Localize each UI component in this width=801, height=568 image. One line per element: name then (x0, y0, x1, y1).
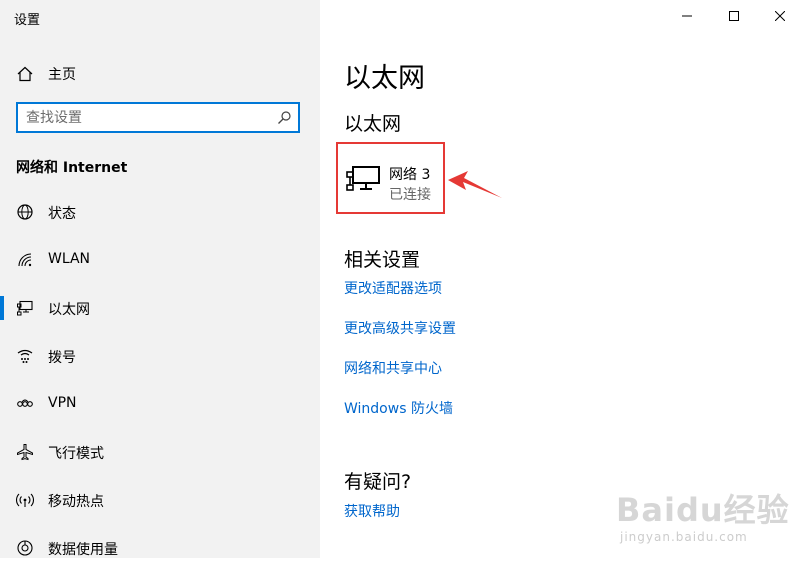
maximize-icon (729, 11, 739, 21)
maximize-button[interactable] (711, 0, 757, 32)
sidebar-item-data-usage[interactable]: 数据使用量 (0, 528, 320, 568)
page-title: 以太网 (344, 63, 425, 94)
get-help-link[interactable]: 获取帮助 (344, 501, 400, 521)
home-label: 主页 (48, 67, 76, 83)
annotation-arrow-icon (448, 171, 502, 198)
sidebar-item-label: WLAN (48, 251, 91, 267)
windows-firewall-link[interactable]: Windows 防火墙 (344, 398, 453, 418)
main-content: 以太网 以太网 网络 3 已连接 相关设置 更改适配器选项 更改高级共享设置 网… (320, 0, 801, 558)
minimize-button[interactable] (664, 0, 710, 32)
network-connection-tile[interactable]: 网络 3 已连接 (336, 142, 445, 214)
sidebar-item-label: 拨号 (48, 350, 76, 366)
close-button[interactable] (757, 0, 801, 32)
app-title: 设置 (14, 13, 41, 28)
ethernet-network-icon (345, 164, 381, 194)
network-sharing-center-link[interactable]: 网络和共享中心 (344, 358, 442, 378)
change-advanced-sharing-link[interactable]: 更改高级共享设置 (344, 318, 456, 338)
sidebar-item-vpn[interactable]: VPN (0, 384, 320, 424)
data-usage-icon (16, 539, 34, 557)
ethernet-icon (16, 299, 34, 317)
section-heading: 网络和 Internet (16, 160, 128, 176)
home-icon (16, 65, 34, 83)
close-icon (775, 11, 785, 21)
minimize-icon (682, 15, 692, 17)
sidebar-item-label: 飞行模式 (48, 446, 104, 462)
sidebar-item-label: VPN (48, 395, 77, 411)
watermark-url: jingyan.baidu.com (620, 530, 748, 544)
section-title: 以太网 (344, 113, 402, 135)
search-box[interactable] (16, 102, 300, 133)
sidebar: 设置 主页 网络和 Internet 状态 WLAN 以太网 (0, 0, 320, 558)
sidebar-item-mobile-hotspot[interactable]: 移动热点 (0, 480, 320, 520)
sidebar-item-airplane-mode[interactable]: 飞行模式 (0, 432, 320, 472)
vpn-icon (16, 395, 34, 413)
network-status: 已连接 (389, 187, 431, 203)
change-adapter-options-link[interactable]: 更改适配器选项 (344, 278, 442, 298)
home-nav-item[interactable]: 主页 (0, 56, 320, 90)
sidebar-item-label: 以太网 (48, 302, 90, 318)
sidebar-item-label: 移动热点 (48, 494, 104, 510)
sidebar-item-label: 数据使用量 (48, 542, 118, 558)
watermark-brand: Baidu经验 (616, 491, 790, 529)
active-indicator (0, 296, 4, 320)
sidebar-item-ethernet[interactable]: 以太网 (0, 288, 320, 328)
hotspot-icon (15, 491, 35, 509)
wifi-icon (16, 251, 34, 269)
search-input[interactable] (26, 109, 266, 127)
dialup-icon (16, 347, 34, 365)
search-icon[interactable] (276, 110, 292, 126)
help-title: 有疑问? (344, 471, 412, 493)
sidebar-item-wlan[interactable]: WLAN (0, 240, 320, 280)
sidebar-item-label: 状态 (48, 206, 76, 222)
status-icon (16, 203, 34, 221)
sidebar-item-dialup[interactable]: 拨号 (0, 336, 320, 376)
network-name: 网络 3 (389, 167, 431, 183)
sidebar-item-status[interactable]: 状态 (0, 192, 320, 232)
related-settings-title: 相关设置 (344, 249, 421, 271)
airplane-icon (16, 443, 34, 461)
